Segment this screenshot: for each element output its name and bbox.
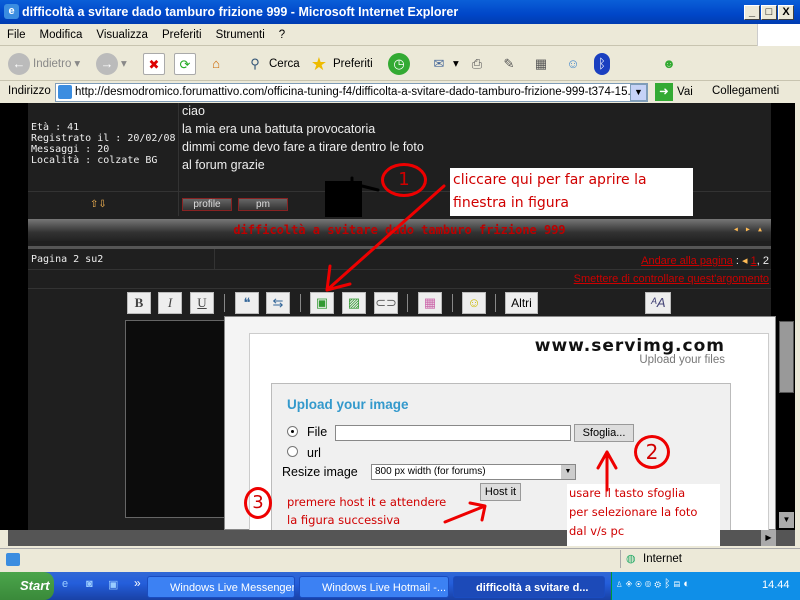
start-button[interactable]: Start (0, 572, 54, 600)
task-forum-active[interactable]: difficoltà a svitare d... (453, 576, 605, 598)
task-hotmail[interactable]: Windows Live Hotmail -... (299, 576, 449, 598)
outlook-quicklaunch-icon[interactable]: ◙ (86, 578, 93, 590)
status-bar: ◍ Internet (0, 548, 800, 570)
clock: 14.44 (762, 579, 790, 591)
quicklaunch-more-icon[interactable]: » (134, 576, 141, 590)
arrow-line-black (350, 176, 380, 192)
ie-quicklaunch-icon[interactable]: e (62, 578, 68, 590)
task-messenger[interactable]: Windows Live Messenger (147, 576, 295, 598)
arrow-2 (596, 450, 618, 492)
arrow-1 (325, 184, 446, 292)
system-tray: ♙◈◉◎⚙ᛒ▤◐ 14.44 (611, 572, 800, 600)
annotation-arrows (325, 176, 618, 524)
taskbar: Start e ◙ ▣ » Windows Live Messenger Win… (0, 572, 800, 600)
security-zone: Internet (643, 553, 682, 565)
page-status-icon (6, 553, 20, 566)
tray-icons[interactable]: ♙◈◉◎⚙ᛒ▤◐ (616, 578, 693, 590)
globe-icon: ◍ (626, 553, 636, 565)
desktop-quicklaunch-icon[interactable]: ▣ (108, 578, 118, 591)
arrow-3 (443, 501, 487, 524)
